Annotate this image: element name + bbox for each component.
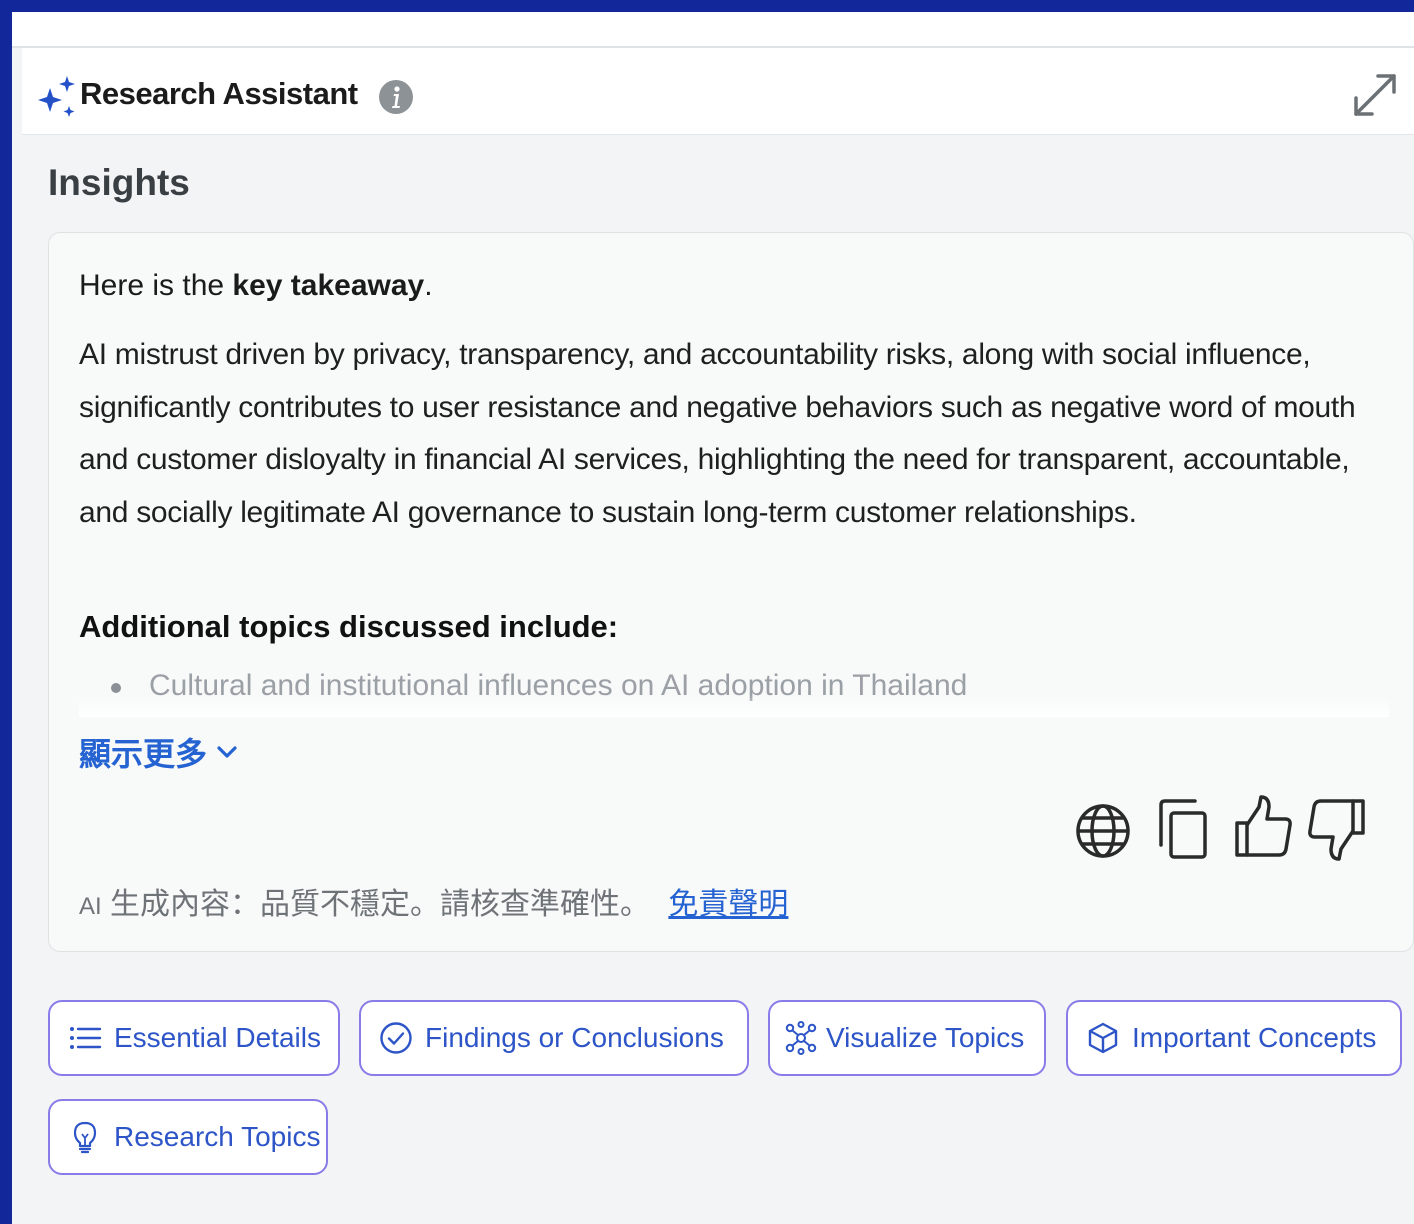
research-assistant-panel: Research Assistant Insights Here is the … (12, 12, 1414, 1224)
chip-label: Research Topics (114, 1121, 321, 1152)
cube-icon (1088, 1022, 1118, 1054)
essential-details-button[interactable]: Essential Details (48, 1000, 340, 1076)
visualize-topics-button[interactable]: Visualize Topics (768, 1000, 1046, 1076)
intro-line: Here is the key takeaway. (79, 269, 433, 303)
expand-icon[interactable] (1350, 70, 1400, 120)
chip-label: Essential Details (114, 1022, 321, 1053)
lightbulb-icon (73, 1121, 97, 1154)
takeaway-text: AI mistrust driven by privacy, transpare… (79, 338, 1356, 529)
intro-bold: key takeaway (232, 269, 425, 302)
top-strip (12, 12, 1414, 48)
thumbs-down-icon[interactable] (1301, 793, 1365, 863)
findings-or-conclusions-button[interactable]: Findings or Conclusions (359, 1000, 749, 1076)
network-icon (785, 1021, 817, 1055)
bullet-dot (111, 683, 121, 693)
section-title: Insights (48, 162, 190, 203)
show-more-button[interactable]: 顯示更多 (79, 729, 239, 775)
fade-overlay (79, 695, 1389, 717)
chip-label: Important Concepts (1132, 1022, 1377, 1053)
globe-icon[interactable] (1069, 793, 1133, 863)
chip-label: Findings or Conclusions (425, 1022, 724, 1053)
intro-prefix: Here is the (79, 269, 233, 302)
thumbs-up-icon[interactable] (1231, 793, 1295, 863)
intro-suffix: . (424, 269, 433, 302)
panel-header: Research Assistant (22, 48, 1414, 135)
disclaimer-ai: AI (79, 893, 102, 920)
chip-label: Visualize Topics (826, 1022, 1025, 1053)
show-more-label: 顯示更多 (79, 736, 208, 772)
check-circle-icon (380, 1022, 412, 1054)
copy-icon[interactable] (1151, 793, 1215, 863)
insights-card: Here is the key takeaway. AI mistrust dr… (48, 232, 1414, 952)
important-concepts-button[interactable]: Important Concepts (1066, 1000, 1402, 1076)
topics-heading: Additional topics discussed include: (79, 609, 619, 644)
list-icon (70, 1027, 102, 1049)
sparkle-icon (38, 76, 75, 117)
panel-title: Research Assistant (80, 76, 358, 111)
info-icon[interactable] (378, 79, 414, 115)
disclaimer-text: 生成內容：品質不穩定。請核查準確性。 (110, 888, 651, 921)
research-topics-button[interactable]: Research Topics (48, 1099, 328, 1175)
ai-disclaimer: AI 生成內容：品質不穩定。請核查準確性。 免責聲明 (79, 879, 788, 923)
chevron-down-icon (217, 746, 237, 758)
disclaimer-link[interactable]: 免責聲明 (668, 888, 788, 921)
